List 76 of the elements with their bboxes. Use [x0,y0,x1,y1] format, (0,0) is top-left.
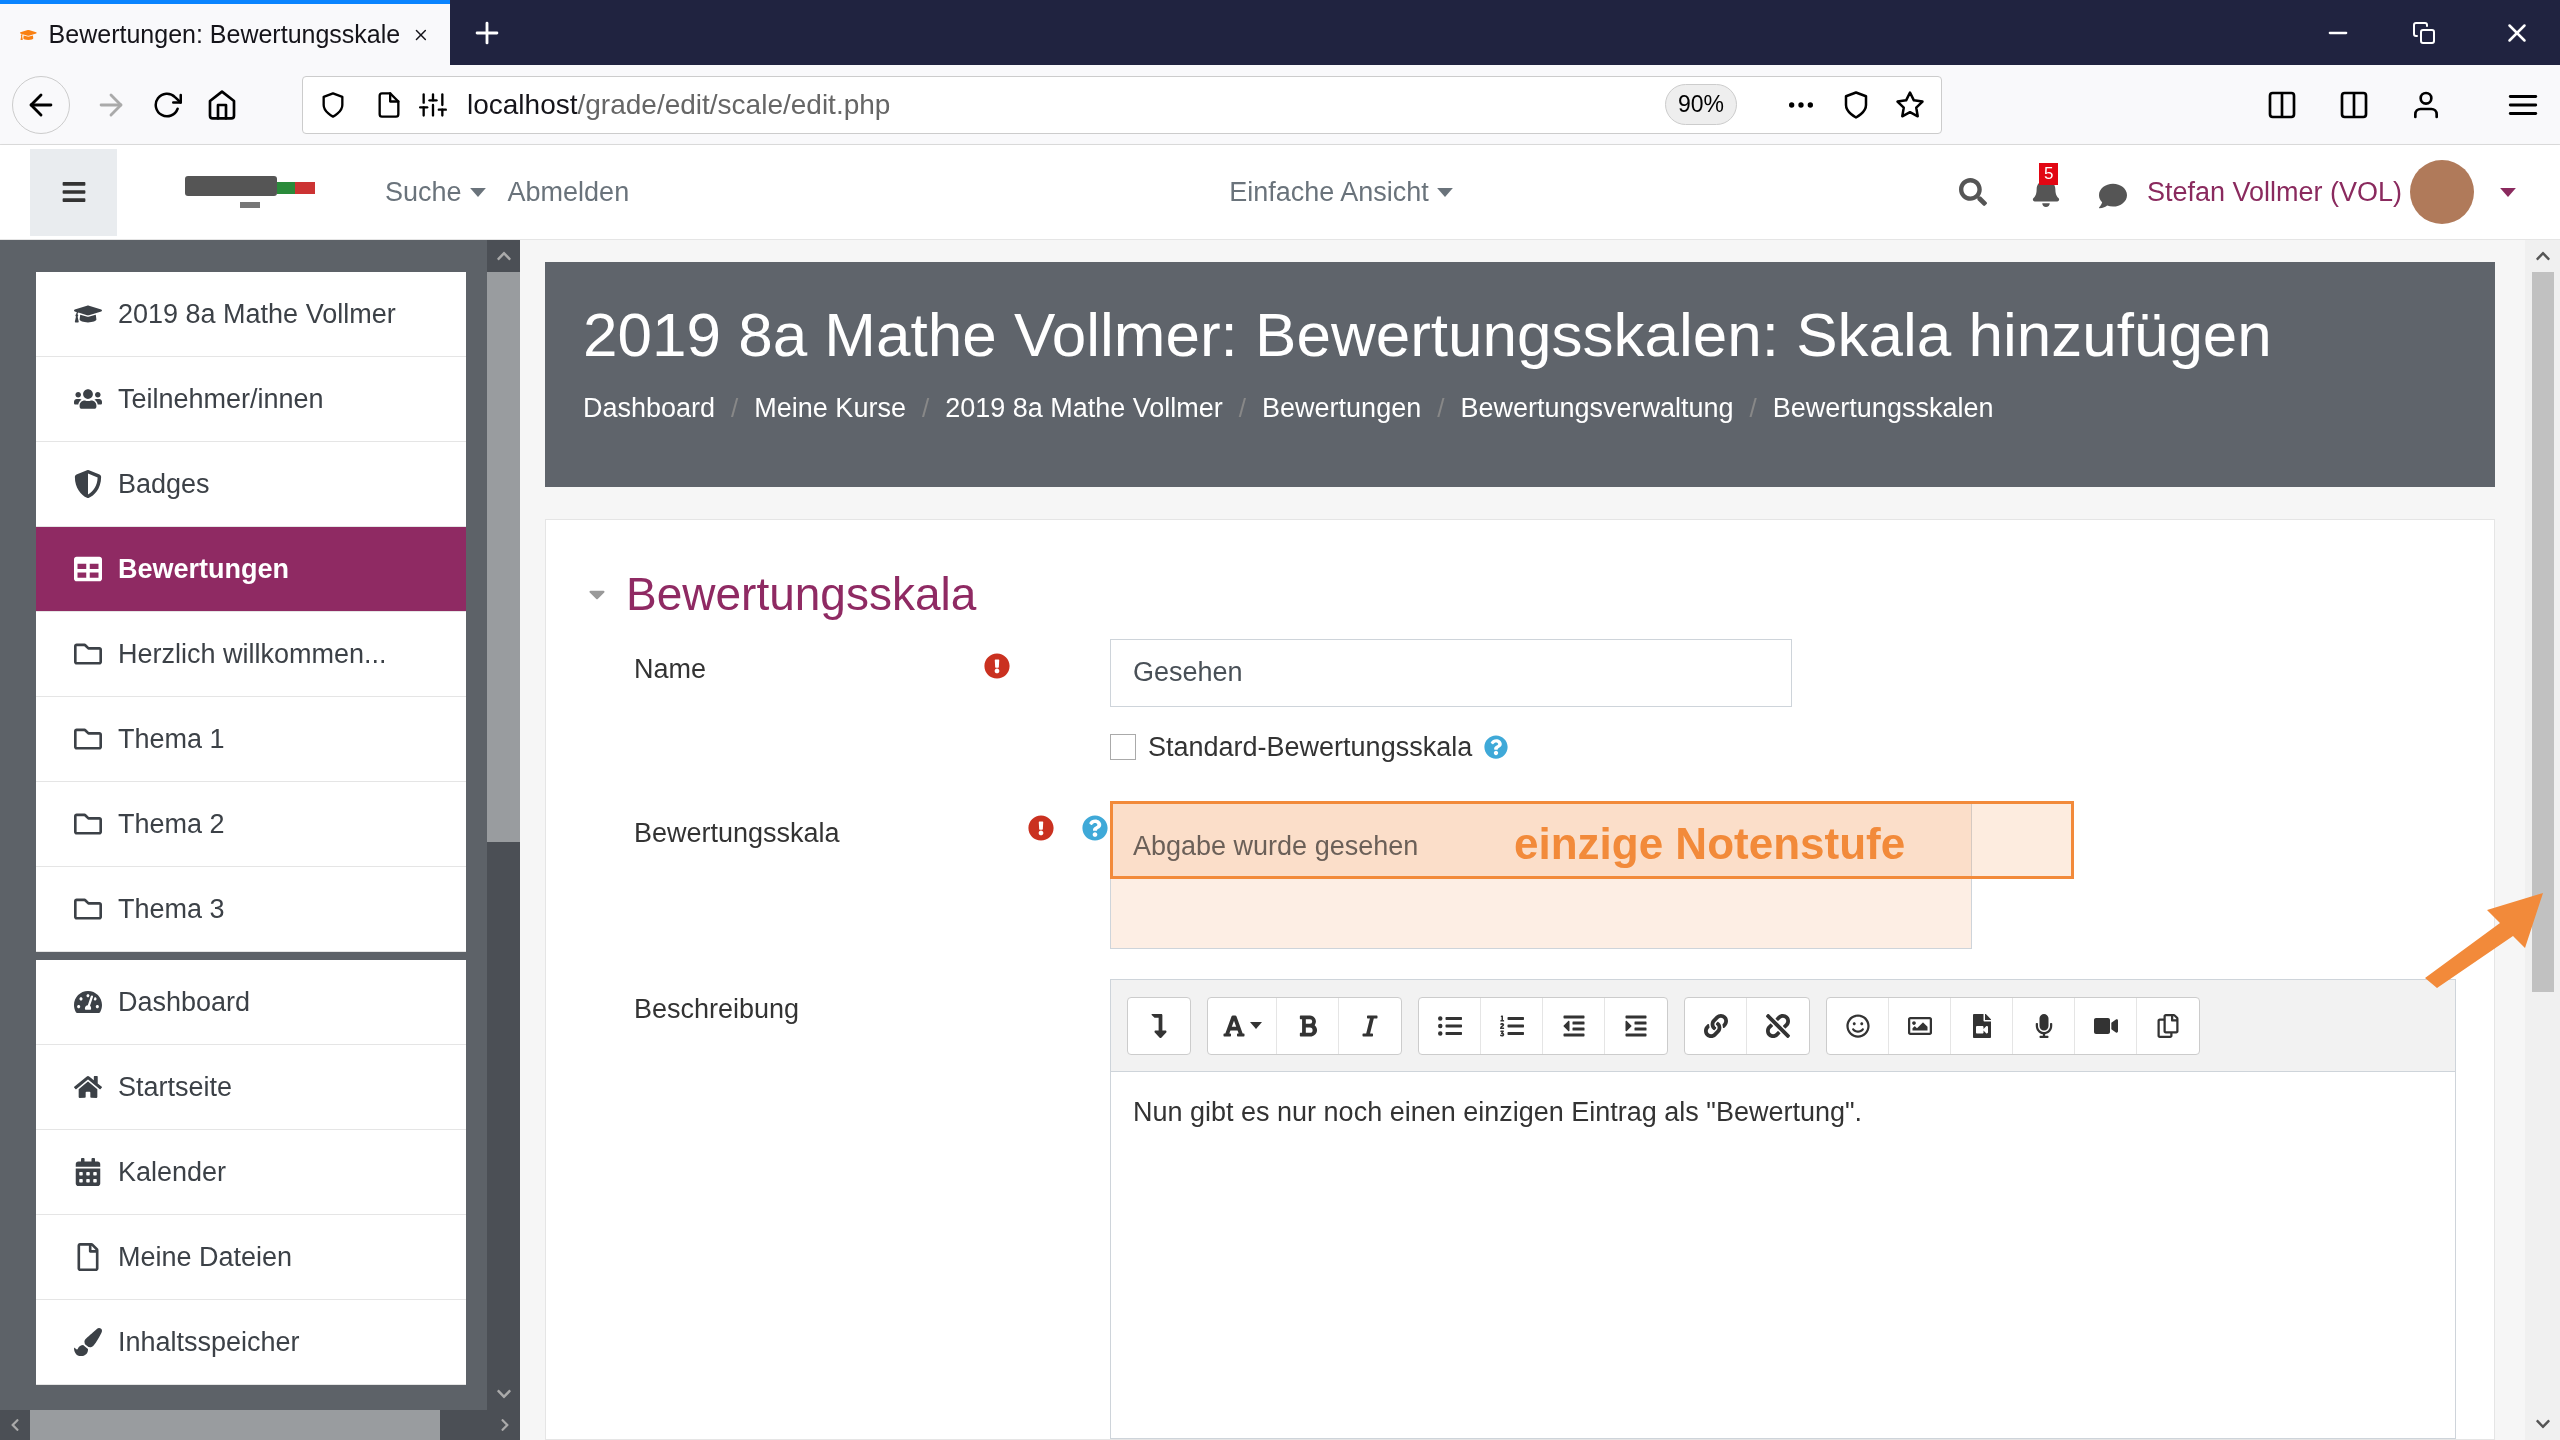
search-menu[interactable]: Suche [385,171,486,213]
browser-tab[interactable]: Bewertungen: Bewertungsskale [0,0,450,65]
text-editor[interactable]: Nun gibt es nur noch einen einzigen Eintrag als "Bewertung". [1110,979,2456,1439]
sidebar-item[interactable]: Bewertungen [36,527,466,612]
breadcrumb-link[interactable]: Bewertungen [1262,388,1422,429]
field-label: Bewertungsskala [634,818,840,848]
address-bar[interactable]: localhost/grade/edit/scale/edit.php 90% [302,75,1942,134]
breadcrumb-link[interactable]: 2019 8a Mathe Vollmer [945,388,1223,429]
breadcrumb-separator: / [731,391,739,425]
breadcrumb-separator: / [1749,391,1757,425]
sidebar-item[interactable]: Thema 1 [36,697,466,782]
sidebar-item[interactable]: 2019 8a Mathe Vollmer [36,272,466,357]
section-heading[interactable]: Bewertungsskala [626,559,977,629]
horizontal-scrollbar[interactable] [0,1410,520,1440]
font-icon [1222,1013,1246,1038]
sidebar-item[interactable]: Thema 2 [36,782,466,867]
star-icon[interactable] [1895,89,1925,120]
breadcrumb-link[interactable]: Meine Kurse [754,388,906,429]
home-icon[interactable] [206,88,238,121]
sidebar-scrollbar[interactable] [487,240,520,1410]
sidebar-item[interactable]: Dashboard [36,960,466,1045]
sidebar-item[interactable]: Herzlich willkommen... [36,612,466,697]
smiley-icon [1845,1013,1870,1038]
reload-icon[interactable] [152,89,182,120]
url-text: localhost/grade/edit/scale/edit.php [467,87,891,122]
checkbox-label: Standard-Bewertungsskala [1148,730,1473,764]
sidebar-item[interactable]: Inhaltsspeicher [36,1300,466,1385]
field-label: Beschreibung [634,994,800,1024]
chat-icon[interactable] [2098,182,2127,210]
caret-icon [1436,187,1453,197]
breadcrumb-link[interactable]: Bewertungsskalen [1772,388,1994,429]
unlink-icon [1766,1013,1790,1038]
sidebar-item[interactable]: Meine Dateien [36,1215,466,1300]
notification-count: 5 [2038,163,2059,185]
restore-icon[interactable] [2412,20,2436,45]
logout-link[interactable]: Abmelden [507,171,630,213]
home-icon [74,1073,102,1101]
sidebar-item[interactable]: Startseite [36,1045,466,1130]
permissions-icon [419,90,447,119]
menu-icon [60,179,87,205]
annotation-text: einzige Notenstufe [1514,818,1906,870]
tab-title: Bewertungen: Bewertungsskale [48,18,401,50]
bullet-list-icon [1437,1013,1462,1038]
outdent-icon [1561,1013,1586,1038]
sidebar-item[interactable]: Kalender [36,1130,466,1215]
breadcrumb-link[interactable]: Bewertungsverwaltung [1460,388,1734,429]
sidebar-item[interactable]: Thema 3 [36,867,466,952]
breadcrumb-link[interactable]: Dashboard [583,388,716,429]
breadcrumb-separator: / [1238,391,1247,425]
caret-icon [1250,1022,1262,1029]
caret-icon [2500,187,2516,197]
help-icon[interactable] [1484,734,1509,759]
search-icon[interactable] [1958,178,1987,206]
numbered-list-icon [1499,1013,1524,1038]
calendar-icon [74,1158,102,1186]
indent-icon [1624,1013,1648,1038]
shield-icon [74,470,102,498]
menu-button[interactable] [30,148,117,236]
name-input[interactable]: Gesehen [1110,638,1792,707]
sidebar-item[interactable]: Teilnehmer/innen [36,357,466,442]
breadcrumb-separator: / [1437,391,1445,425]
page-scrollbar[interactable] [2525,240,2560,1440]
breadcrumb-separator: / [921,391,930,425]
view-dropdown[interactable]: Einfache Ansicht [1229,171,1453,213]
copy-icon [2156,1013,2180,1038]
user-name[interactable]: Stefan Vollmer (VOL) [2146,171,2402,213]
link-icon [1703,1013,1728,1038]
editor-text: Nun gibt es nur noch einen einzigen Eintrag als "Bewertung". [1133,1096,1864,1129]
zoom-level-badge[interactable]: 90% [1664,84,1737,125]
help-icon[interactable] [1082,815,1108,841]
table-icon [74,555,102,583]
gauge-icon [74,988,102,1016]
brush-icon [74,1328,102,1356]
checkbox[interactable] [1110,733,1136,760]
field-label: Name [634,653,707,684]
caret-icon [469,187,486,197]
